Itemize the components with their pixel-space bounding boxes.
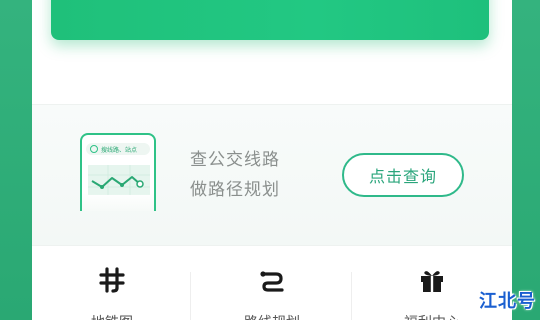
background-left: [0, 0, 32, 320]
query-button[interactable]: 点击查询: [342, 153, 464, 197]
top-section: [32, 0, 512, 104]
map-search-bar: 搜线路、站点: [86, 143, 150, 155]
background-right: [512, 0, 540, 320]
route-text-line-2: 做路径规划: [190, 180, 280, 200]
route-query-card: 搜线路、站点 查公交线路 做路径规划 点击查询: [32, 105, 512, 245]
search-icon: [90, 145, 98, 153]
nav-separator: [190, 272, 191, 320]
bottom-nav: 地铁图 路线规划 福利中心: [32, 246, 512, 320]
metro-icon: [99, 267, 125, 293]
route-path-icon: [88, 165, 150, 195]
nav-item-route-plan[interactable]: 路线规划: [192, 246, 352, 320]
map-area: [88, 165, 150, 195]
route-description: 查公交线路 做路径规划: [190, 145, 310, 205]
route-text-line-1: 查公交线路: [190, 150, 280, 170]
route-plan-icon: [260, 271, 284, 292]
watermark-logo: 江北号: [479, 291, 536, 312]
gift-icon: [421, 271, 443, 292]
nav-item-metro[interactable]: 地铁图: [32, 246, 192, 320]
map-card-fade: [82, 193, 154, 211]
banner-button[interactable]: [51, 0, 489, 40]
nav-label-route-plan: 路线规划: [192, 312, 352, 320]
nav-label-metro: 地铁图: [32, 312, 192, 320]
app-screen: 搜线路、站点 查公交线路 做路径规划 点击查询: [32, 0, 512, 320]
map-search-hint: 搜线路、站点: [101, 146, 138, 154]
map-illustration: 搜线路、站点: [80, 133, 156, 211]
